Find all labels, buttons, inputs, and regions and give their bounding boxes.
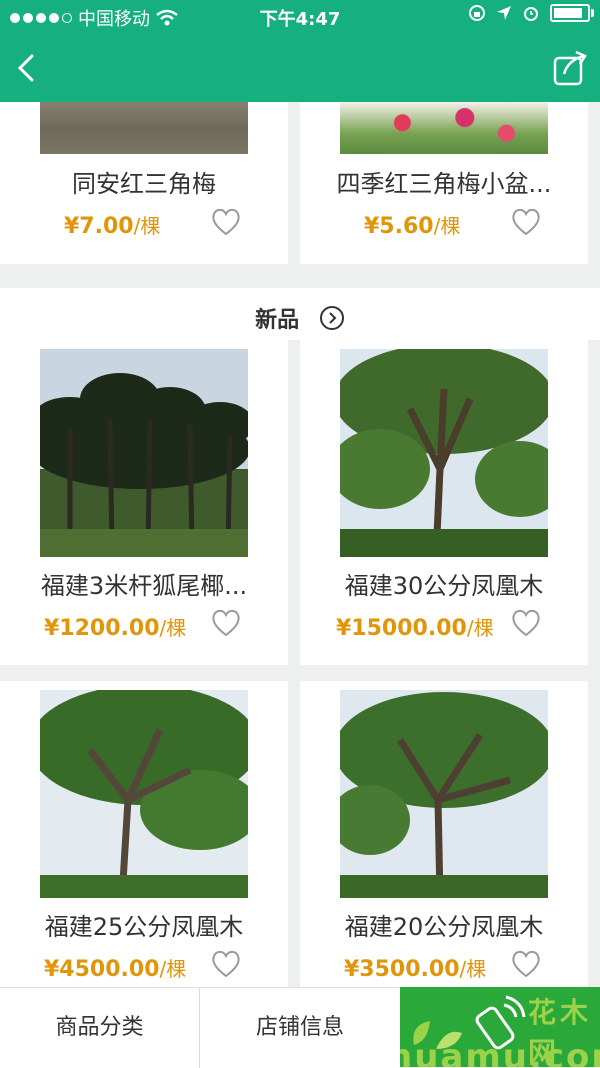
- product-image: [340, 102, 548, 154]
- tab-store-info[interactable]: 店铺信息: [200, 988, 400, 1068]
- status-bar: 中国移动 下午4:47: [0, 0, 600, 32]
- nav-bar: [0, 32, 600, 102]
- product-card-top-1[interactable]: 同安红三角梅 ¥7.00/棵: [0, 102, 288, 264]
- product-price: ¥15000.00/棵: [336, 616, 494, 641]
- huamu-watermark[interactable]: 花木网 huamu.com: [400, 987, 600, 1067]
- favorite-icon[interactable]: [510, 207, 542, 237]
- status-icons: [468, 4, 594, 22]
- product-price: ¥1200.00/棵: [44, 616, 187, 641]
- product-image: [40, 349, 248, 557]
- chevron-left-icon: [17, 54, 34, 82]
- share-icon: [553, 50, 587, 86]
- product-name: 同安红三角梅: [72, 170, 216, 198]
- section-title: 新品: [0, 302, 600, 334]
- product-price: ¥7.00/棵: [64, 214, 161, 239]
- phoenix-tree-photo: [340, 690, 548, 898]
- product-image: [40, 102, 248, 154]
- favorite-icon[interactable]: [510, 608, 542, 638]
- palm-trees-photo: [40, 349, 248, 557]
- favorite-icon[interactable]: [210, 949, 242, 979]
- product-image: [40, 690, 248, 898]
- section-title-text: 新品: [255, 308, 300, 333]
- favorite-icon[interactable]: [510, 949, 542, 979]
- new-products-header[interactable]: 新品: [0, 288, 600, 340]
- watermark-domain: huamu.com: [400, 1037, 600, 1067]
- rotation-lock-icon: [469, 5, 485, 21]
- product-image: [340, 349, 548, 557]
- alarm-icon: [524, 7, 538, 21]
- tab-categories[interactable]: 商品分类: [0, 988, 199, 1068]
- product-card[interactable]: 福建3米杆狐尾椰... ¥1200.00/棵: [0, 340, 288, 665]
- phoenix-tree-photo: [340, 349, 548, 557]
- chevron-right-circle-icon: [319, 306, 344, 330]
- favorite-icon[interactable]: [210, 608, 242, 638]
- location-icon: [497, 6, 511, 20]
- product-price: ¥4500.00/棵: [44, 957, 187, 982]
- product-price: ¥5.60/棵: [364, 214, 461, 239]
- product-name: 四季红三角梅小盆...: [336, 170, 552, 198]
- product-card[interactable]: 福建25公分凤凰木 ¥4500.00/棵: [0, 681, 288, 987]
- product-price: ¥3500.00/棵: [344, 957, 487, 982]
- product-card[interactable]: 福建30公分凤凰木 ¥15000.00/棵: [300, 340, 588, 665]
- phoenix-tree-photo: [40, 690, 248, 898]
- product-name: 福建3米杆狐尾椰...: [40, 572, 248, 600]
- back-button[interactable]: [10, 48, 50, 88]
- product-name: 福建20公分凤凰木: [344, 913, 544, 941]
- product-image: [340, 690, 548, 898]
- product-name: 福建25公分凤凰木: [44, 913, 244, 941]
- product-card[interactable]: 福建20公分凤凰木 ¥3500.00/棵: [300, 681, 588, 987]
- battery-icon: [550, 4, 594, 22]
- product-name: 福建30公分凤凰木: [344, 572, 544, 600]
- favorite-icon[interactable]: [210, 207, 242, 237]
- share-button[interactable]: [550, 48, 590, 88]
- product-card-top-2[interactable]: 四季红三角梅小盆... ¥5.60/棵: [300, 102, 588, 264]
